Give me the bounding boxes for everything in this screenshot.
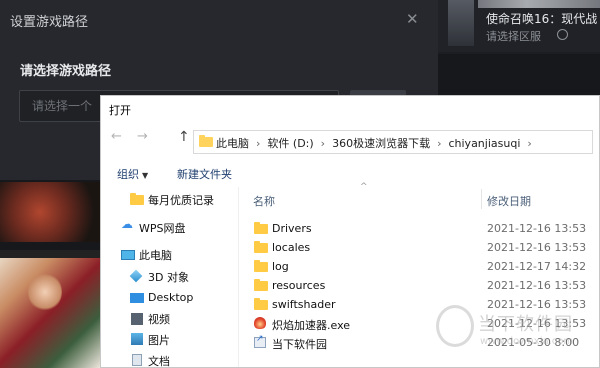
- video-icon: [131, 313, 143, 325]
- file-name: 炽焰加速器.exe: [272, 319, 351, 332]
- chevron-right-icon[interactable]: ›: [321, 137, 325, 150]
- chevron-right-icon[interactable]: ›: [437, 137, 441, 150]
- folder-icon: [254, 298, 268, 310]
- file-row[interactable]: Drivers 2021-12-16 13:53: [251, 219, 591, 238]
- tree-item-this-pc[interactable]: 此电脑: [139, 247, 172, 263]
- region-select-label[interactable]: 请选择区服: [486, 28, 541, 44]
- breadcrumb-item[interactable]: 此电脑: [216, 137, 249, 150]
- new-folder-button[interactable]: 新建文件夹: [177, 166, 232, 182]
- tree-item-desktop[interactable]: Desktop: [148, 291, 193, 304]
- file-date: 2021-12-16 13:53: [487, 279, 587, 292]
- address-bar[interactable]: 此电脑 › 软件 (D:) › 360极速浏览器下载 › chiyanjiasuqi ›: [193, 130, 593, 154]
- game-banner: [478, 0, 600, 8]
- file-name: Drivers: [272, 222, 312, 235]
- file-row[interactable]: log 2021-12-17 14:32: [251, 257, 591, 276]
- file-row[interactable]: locales 2021-12-16 13:53: [251, 238, 591, 257]
- file-name: swiftshader: [272, 298, 336, 311]
- watermark-logo-icon: [436, 305, 474, 347]
- breadcrumb-item[interactable]: 360极速浏览器下载: [332, 137, 430, 150]
- folder-icon: [254, 260, 268, 272]
- folder-icon: [130, 193, 144, 205]
- organize-button[interactable]: 组织 ▼: [117, 166, 148, 182]
- navigation-pane[interactable]: 每月优质记录 ☁ WPS网盘 此电脑 3D 对象 Desktop 视频 图片 文…: [101, 187, 237, 367]
- computer-icon: [121, 250, 135, 260]
- file-name: locales: [272, 241, 311, 254]
- caret-down-icon: ▼: [142, 171, 149, 180]
- dialog-title: 设置游戏路径: [10, 15, 89, 30]
- folder-icon: [199, 135, 213, 147]
- window-title: 打开: [109, 104, 131, 117]
- column-header-modified[interactable]: 修改日期: [487, 193, 531, 209]
- documents-icon: [132, 354, 142, 366]
- file-row[interactable]: resources 2021-12-16 13:53: [251, 276, 591, 295]
- pictures-icon: [131, 333, 143, 345]
- shortcut-icon: [254, 334, 266, 348]
- folder-icon: [254, 279, 268, 291]
- game-thumbnail: [448, 0, 474, 46]
- tree-item-documents[interactable]: 文档: [148, 353, 170, 367]
- organize-label: 组织: [117, 168, 139, 181]
- file-name: log: [272, 260, 289, 273]
- tree-item-videos[interactable]: 视频: [148, 311, 170, 327]
- column-header-name[interactable]: 名称: [253, 193, 275, 209]
- pane-divider[interactable]: [238, 187, 239, 367]
- close-icon[interactable]: ✕: [406, 10, 419, 28]
- chevron-right-icon[interactable]: ›: [256, 137, 260, 150]
- explorer-toolbar: 组织 ▼ 新建文件夹: [101, 162, 600, 186]
- tree-item-wps-drive[interactable]: WPS网盘: [139, 220, 186, 236]
- forward-arrow-icon[interactable]: →: [137, 129, 148, 144]
- breadcrumb-item[interactable]: 软件 (D:): [267, 137, 313, 150]
- file-name: resources: [272, 279, 326, 292]
- file-date: 2021-12-16 13:53: [487, 241, 587, 254]
- back-arrow-icon[interactable]: ←: [111, 129, 122, 144]
- file-date: 2021-12-16 13:53: [487, 222, 587, 235]
- loading-ring-icon: [557, 29, 568, 40]
- game-art-character: [28, 272, 62, 312]
- up-arrow-icon[interactable]: ↑: [178, 129, 190, 145]
- dialog-subtitle: 请选择游戏路径: [20, 64, 112, 79]
- 3d-objects-icon: [129, 269, 143, 283]
- cloud-icon: ☁: [121, 217, 133, 231]
- game-art-thumbnail[interactable]: [0, 182, 100, 242]
- tree-item-pictures[interactable]: 图片: [148, 332, 170, 348]
- desktop-icon: [130, 293, 144, 303]
- column-separator[interactable]: [481, 189, 482, 209]
- file-name: 当下软件园: [272, 338, 327, 351]
- chevron-right-icon[interactable]: ›: [527, 137, 531, 150]
- tree-item-monthly[interactable]: 每月优质记录: [148, 192, 214, 208]
- watermark-url: www.downxia.com: [480, 336, 574, 347]
- folder-icon: [254, 241, 268, 253]
- tree-item-3d-objects[interactable]: 3D 对象: [148, 269, 189, 285]
- navigation-bar: ← → ↑ 此电脑 › 软件 (D:) › 360极速浏览器下载 › chiyanjiasu…: [101, 129, 600, 155]
- sort-caret-icon: ^: [360, 182, 368, 192]
- breadcrumb: 此电脑 › 软件 (D:) › 360极速浏览器下载 › chiyanjiasuqi ›: [216, 135, 539, 151]
- watermark-text: 当下软件园: [478, 314, 573, 335]
- breadcrumb-item[interactable]: chiyanjiasuqi: [448, 137, 520, 150]
- game-title: 使命召唤16：现代战: [486, 12, 598, 26]
- exe-icon: [254, 317, 266, 329]
- file-date: 2021-12-17 14:32: [487, 260, 587, 273]
- folder-icon: [254, 222, 268, 234]
